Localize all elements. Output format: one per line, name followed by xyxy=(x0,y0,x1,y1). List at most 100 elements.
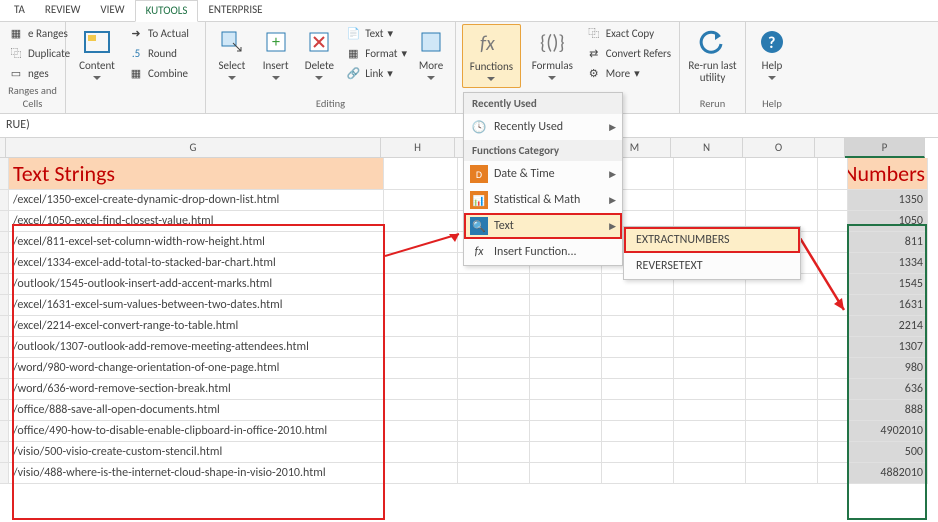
cell-h[interactable] xyxy=(384,379,458,400)
submenu-reversetext[interactable]: REVERSETEXT xyxy=(624,253,800,279)
formulas-button[interactable]: {()} Formulas xyxy=(525,24,580,86)
cell-h[interactable] xyxy=(384,421,458,442)
insert-icon: + xyxy=(260,26,292,58)
copy-icon: ⿻ xyxy=(8,45,24,61)
dd-insert-function[interactable]: fx Insert Function... xyxy=(464,239,622,265)
arrow-right-icon: ➜ xyxy=(128,25,144,41)
col-header-g[interactable]: G xyxy=(6,138,381,158)
cell-h[interactable] xyxy=(384,400,458,421)
cell-h[interactable] xyxy=(384,358,458,379)
cell-p[interactable]: 1350 xyxy=(848,190,928,211)
cell-p[interactable]: 4882010 xyxy=(848,463,928,484)
cell-g[interactable]: /excel/1050-excel-find-closest-value.htm… xyxy=(9,211,384,232)
merge-icon: ▭ xyxy=(8,65,24,81)
cell-g[interactable]: /outlook/1545-outlook-insert-add-accent-… xyxy=(9,274,384,295)
more2-btn[interactable]: ⚙More ▾ xyxy=(584,64,673,82)
format-btn[interactable]: ▦Format ▾ xyxy=(343,44,409,62)
dd-statistical[interactable]: 📊 Statistical & Math ▶ xyxy=(464,187,622,213)
cell-g[interactable]: /excel/2214-excel-convert-range-to-table… xyxy=(9,316,384,337)
content-icon xyxy=(81,26,113,58)
cell-p[interactable]: 980 xyxy=(848,358,928,379)
cell-g[interactable]: /word/980-word-change-orientation-of-one… xyxy=(9,358,384,379)
cell-p[interactable]: 1334 xyxy=(848,253,928,274)
cell-g[interactable]: /excel/1350-excel-create-dynamic-drop-do… xyxy=(9,190,384,211)
cell-h[interactable] xyxy=(384,316,458,337)
col-header-h[interactable]: H xyxy=(381,138,455,158)
col-header-p[interactable]: P xyxy=(845,138,925,158)
more-icon xyxy=(415,26,447,58)
exact-copy-btn[interactable]: ⿻Exact Copy xyxy=(584,24,673,42)
cell-p[interactable]: 1307 xyxy=(848,337,928,358)
cell-g[interactable]: /word/636-word-remove-section-break.html xyxy=(9,379,384,400)
cell-h[interactable] xyxy=(384,211,458,232)
convert-icon: ⇄ xyxy=(586,45,602,61)
title-numbers: Numbers xyxy=(848,158,928,190)
delete-button[interactable]: Delete xyxy=(300,24,340,86)
tab-enterprise[interactable]: ENTERPRISE xyxy=(198,0,272,21)
col-header-off xyxy=(815,138,845,158)
cell-p[interactable]: 811 xyxy=(848,232,928,253)
cell-h[interactable] xyxy=(384,274,458,295)
cell-h[interactable] xyxy=(384,295,458,316)
tab-ta[interactable]: TA xyxy=(4,0,35,21)
cell-p[interactable]: 636 xyxy=(848,379,928,400)
more-button[interactable]: More xyxy=(413,24,449,86)
cell-p[interactable]: 1545 xyxy=(848,274,928,295)
round-btn[interactable]: .5Round xyxy=(126,44,191,62)
cell-h[interactable] xyxy=(384,442,458,463)
text-submenu: EXTRACTNUMBERS REVERSETEXT xyxy=(623,226,801,280)
col-header-o[interactable]: O xyxy=(743,138,815,158)
functions-button[interactable]: fx Functions xyxy=(462,24,521,88)
help-button[interactable]: ? Help xyxy=(752,24,792,86)
convert-refers-btn[interactable]: ⇄Convert Refers xyxy=(584,44,673,62)
tab-review[interactable]: REVIEW xyxy=(35,0,91,21)
cell-h[interactable] xyxy=(384,463,458,484)
rerun-button[interactable]: Re-run last utility xyxy=(686,24,739,86)
svg-text:+: + xyxy=(272,33,280,52)
dd-header-category: Functions Category xyxy=(464,140,622,161)
cell-g[interactable]: /office/888-save-all-open-documents.html xyxy=(9,400,384,421)
cell-p[interactable]: 1631 xyxy=(848,295,928,316)
cell-h[interactable] xyxy=(384,337,458,358)
group-label-editing: Editing xyxy=(212,96,449,111)
chart-icon: 📊 xyxy=(470,191,488,209)
svg-text:{()}: {()} xyxy=(540,31,565,55)
tab-view[interactable]: VIEW xyxy=(90,0,134,21)
content-button[interactable]: Content xyxy=(72,24,122,86)
combine-btn[interactable]: ▦Combine xyxy=(126,64,191,82)
svg-text:fx: fx xyxy=(480,32,495,56)
cell-g[interactable]: /excel/1631-excel-sum-values-between-two… xyxy=(9,295,384,316)
link-btn[interactable]: 🔗Link ▾ xyxy=(343,64,409,82)
duplicate-btn[interactable]: ⿻Duplicate xyxy=(6,44,72,62)
to-actual-btn[interactable]: ➜To Actual xyxy=(126,24,191,42)
cell-p[interactable]: 1050 xyxy=(848,211,928,232)
cell-g[interactable]: /outlook/1307-outlook-add-remove-meeting… xyxy=(9,337,384,358)
cell-p[interactable]: 888 xyxy=(848,400,928,421)
cell-g[interactable]: /office/490-how-to-disable-enable-clipbo… xyxy=(9,421,384,442)
cell-g[interactable]: /visio/488-where-is-the-internet-cloud-s… xyxy=(9,463,384,484)
dd-date-time[interactable]: D Date & Time ▶ xyxy=(464,161,622,187)
cell-p[interactable]: 2214 xyxy=(848,316,928,337)
cell-g[interactable]: /visio/500-visio-create-custom-stencil.h… xyxy=(9,442,384,463)
cell-p[interactable]: 500 xyxy=(848,442,928,463)
dd-recently-used[interactable]: 🕓 Recently Used ▶ xyxy=(464,114,622,140)
insert-button[interactable]: + Insert xyxy=(256,24,296,86)
submenu-extractnumbers[interactable]: EXTRACTNUMBERS xyxy=(624,227,800,253)
merge-ranges-btn[interactable]: ▭nges xyxy=(6,64,72,82)
chevron-right-icon: ▶ xyxy=(609,122,616,133)
group-label-ranges: Ranges and Cells xyxy=(6,83,59,111)
search-icon: 🔍 xyxy=(470,217,488,235)
compare-ranges-btn[interactable]: ▦e Ranges xyxy=(6,24,72,42)
cell-g[interactable]: /excel/1334-excel-add-total-to-stacked-b… xyxy=(9,253,384,274)
text-btn[interactable]: 📄Text ▾ xyxy=(343,24,409,42)
cell-p[interactable]: 4902010 xyxy=(848,421,928,442)
select-button[interactable]: Select xyxy=(212,24,252,86)
col-header-n[interactable]: N xyxy=(671,138,743,158)
cell-g[interactable]: /excel/811-excel-set-column-width-row-he… xyxy=(9,232,384,253)
fx-small-icon: fx xyxy=(470,243,488,261)
dd-text[interactable]: 🔍 Text ▶ xyxy=(464,213,622,239)
format-icon: ▦ xyxy=(345,45,361,61)
tab-kutools[interactable]: KUTOOLS xyxy=(135,0,199,22)
gear-icon: ⚙ xyxy=(586,65,602,81)
cell-h[interactable] xyxy=(384,190,458,211)
